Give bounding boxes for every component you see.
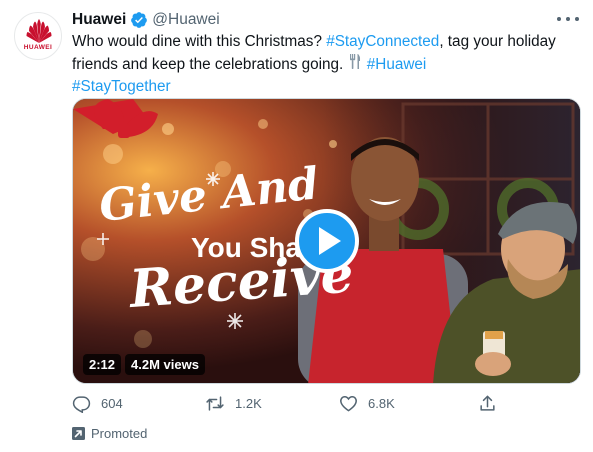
tweet-card[interactable]: HUAWEI Huawei @Huawei Who would dine wit… <box>0 0 593 452</box>
promoted-icon <box>72 427 85 440</box>
retweet-icon <box>206 396 224 411</box>
tweet-actions: 604 1.2K 6.8K <box>72 394 502 416</box>
video-views: 4.2M views <box>125 353 205 375</box>
video-player[interactable]: Give And You Sha Receive 2:12 4.2M views <box>72 98 581 384</box>
tweet-text-part: Who would dine with this Christmas? <box>72 33 327 50</box>
verified-icon <box>130 11 148 29</box>
reply-button[interactable]: 604 <box>72 394 123 413</box>
avatar[interactable]: HUAWEI <box>14 12 62 60</box>
share-icon <box>480 395 495 411</box>
tweet-header: Huawei @Huawei <box>72 9 220 31</box>
like-count: 6.8K <box>368 396 395 411</box>
retweet-button[interactable]: 1.2K <box>205 394 262 413</box>
like-icon <box>340 396 357 412</box>
author-handle[interactable]: @Huawei <box>152 11 219 29</box>
hashtag-huawei[interactable]: #Huawei <box>367 56 427 73</box>
reply-count: 604 <box>101 396 123 411</box>
play-icon <box>318 227 341 255</box>
tweet-text: Who would dine with this Christmas? #Sta… <box>72 31 572 98</box>
promoted-text: Promoted <box>91 426 148 441</box>
video-duration: 2:12 <box>83 353 122 375</box>
retweet-count: 1.2K <box>235 396 262 411</box>
huawei-logo-icon <box>26 19 52 43</box>
play-button[interactable] <box>295 209 359 273</box>
like-button[interactable]: 6.8K <box>339 394 395 413</box>
hashtag-stayconnected[interactable]: #StayConnected <box>326 33 439 50</box>
author-name[interactable]: Huawei <box>72 11 126 29</box>
logo-text: HUAWEI <box>23 44 53 51</box>
fork-knife-emoji <box>348 53 363 75</box>
hashtag-staytogether[interactable]: #StayTogether <box>72 78 171 95</box>
video-meta: 2:12 4.2M views <box>83 353 205 375</box>
reply-icon <box>72 396 91 413</box>
share-button[interactable] <box>478 394 497 413</box>
promoted-label: Promoted <box>72 426 147 441</box>
more-icon[interactable] <box>557 12 579 26</box>
